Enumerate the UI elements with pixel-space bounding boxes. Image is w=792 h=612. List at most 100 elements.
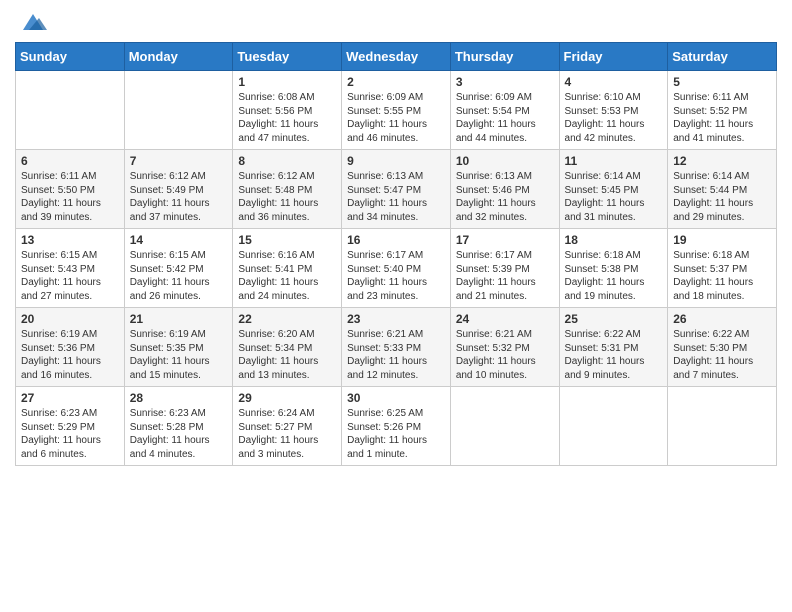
- day-number: 17: [456, 233, 554, 247]
- day-number: 10: [456, 154, 554, 168]
- day-number: 26: [673, 312, 771, 326]
- day-info: Sunrise: 6:12 AM Sunset: 5:49 PM Dayligh…: [130, 170, 228, 224]
- day-info: Sunrise: 6:15 AM Sunset: 5:43 PM Dayligh…: [21, 249, 119, 303]
- day-number: 9: [347, 154, 445, 168]
- calendar-cell: 13 Sunrise: 6:15 AM Sunset: 5:43 PM Dayli…: [16, 229, 125, 308]
- day-info: Sunrise: 6:18 AM Sunset: 5:37 PM Dayligh…: [673, 249, 771, 303]
- day-info: Sunrise: 6:20 AM Sunset: 5:34 PM Dayligh…: [238, 328, 336, 382]
- calendar-cell: 26 Sunrise: 6:22 AM Sunset: 5:30 PM Dayli…: [668, 308, 777, 387]
- day-of-week-header: Wednesday: [342, 43, 451, 71]
- day-of-week-header: Thursday: [450, 43, 559, 71]
- day-info: Sunrise: 6:19 AM Sunset: 5:36 PM Dayligh…: [21, 328, 119, 382]
- day-number: 11: [565, 154, 663, 168]
- calendar-cell: [124, 71, 233, 150]
- calendar-cell: 14Sunrise: 6:15 AM Sunset: 5:42 PM Dayli…: [124, 229, 233, 308]
- day-info: Sunrise: 6:17 AM Sunset: 5:39 PM Dayligh…: [456, 249, 554, 303]
- calendar-cell: 6 Sunrise: 6:11 AM Sunset: 5:50 PM Daylig…: [16, 150, 125, 229]
- day-number: 30: [347, 391, 445, 405]
- day-info: Sunrise: 6:13 AM Sunset: 5:46 PM Dayligh…: [456, 170, 554, 224]
- calendar-cell: 9 Sunrise: 6:13 AM Sunset: 5:47 PM Daylig…: [342, 150, 451, 229]
- calendar-cell: 5 Sunrise: 6:11 AM Sunset: 5:52 PM Daylig…: [668, 71, 777, 150]
- day-number: 28: [130, 391, 228, 405]
- calendar-cell: 12 Sunrise: 6:14 AM Sunset: 5:44 PM Dayli…: [668, 150, 777, 229]
- day-of-week-header: Friday: [559, 43, 668, 71]
- day-number: 8: [238, 154, 336, 168]
- calendar-cell: [668, 387, 777, 466]
- day-number: 3: [456, 75, 554, 89]
- day-info: Sunrise: 6:10 AM Sunset: 5:53 PM Dayligh…: [565, 91, 663, 145]
- day-info: Sunrise: 6:12 AM Sunset: 5:48 PM Dayligh…: [238, 170, 336, 224]
- calendar-cell: 23 Sunrise: 6:21 AM Sunset: 5:33 PM Dayli…: [342, 308, 451, 387]
- day-info: Sunrise: 6:24 AM Sunset: 5:27 PM Dayligh…: [238, 407, 336, 461]
- day-info: Sunrise: 6:21 AM Sunset: 5:33 PM Dayligh…: [347, 328, 445, 382]
- day-info: Sunrise: 6:22 AM Sunset: 5:30 PM Dayligh…: [673, 328, 771, 382]
- day-number: 7: [130, 154, 228, 168]
- logo-icon: [19, 10, 47, 34]
- day-number: 4: [565, 75, 663, 89]
- calendar-cell: 1Sunrise: 6:08 AM Sunset: 5:56 PM Daylig…: [233, 71, 342, 150]
- calendar-cell: 21Sunrise: 6:19 AM Sunset: 5:35 PM Dayli…: [124, 308, 233, 387]
- day-of-week-header: Tuesday: [233, 43, 342, 71]
- calendar-cell: [16, 71, 125, 150]
- calendar-cell: 20 Sunrise: 6:19 AM Sunset: 5:36 PM Dayli…: [16, 308, 125, 387]
- day-info: Sunrise: 6:14 AM Sunset: 5:44 PM Dayligh…: [673, 170, 771, 224]
- day-number: 25: [565, 312, 663, 326]
- day-number: 23: [347, 312, 445, 326]
- day-info: Sunrise: 6:21 AM Sunset: 5:32 PM Dayligh…: [456, 328, 554, 382]
- day-info: Sunrise: 6:09 AM Sunset: 5:55 PM Dayligh…: [347, 91, 445, 145]
- day-info: Sunrise: 6:17 AM Sunset: 5:40 PM Dayligh…: [347, 249, 445, 303]
- day-info: Sunrise: 6:22 AM Sunset: 5:31 PM Dayligh…: [565, 328, 663, 382]
- logo: [15, 10, 47, 34]
- calendar-cell: 17 Sunrise: 6:17 AM Sunset: 5:39 PM Dayli…: [450, 229, 559, 308]
- calendar-cell: [559, 387, 668, 466]
- day-info: Sunrise: 6:11 AM Sunset: 5:50 PM Dayligh…: [21, 170, 119, 224]
- calendar-cell: 18 Sunrise: 6:18 AM Sunset: 5:38 PM Dayli…: [559, 229, 668, 308]
- calendar-cell: 27Sunrise: 6:23 AM Sunset: 5:29 PM Dayli…: [16, 387, 125, 466]
- calendar-week-row: 1Sunrise: 6:08 AM Sunset: 5:56 PM Daylig…: [16, 71, 777, 150]
- calendar-cell: 25 Sunrise: 6:22 AM Sunset: 5:31 PM Dayli…: [559, 308, 668, 387]
- calendar-week-row: 27Sunrise: 6:23 AM Sunset: 5:29 PM Dayli…: [16, 387, 777, 466]
- day-info: Sunrise: 6:25 AM Sunset: 5:26 PM Dayligh…: [347, 407, 445, 461]
- day-number: 1: [238, 75, 336, 89]
- calendar-cell: 8 Sunrise: 6:12 AM Sunset: 5:48 PM Daylig…: [233, 150, 342, 229]
- day-of-week-header: Saturday: [668, 43, 777, 71]
- day-info: Sunrise: 6:13 AM Sunset: 5:47 PM Dayligh…: [347, 170, 445, 224]
- calendar-cell: 28Sunrise: 6:23 AM Sunset: 5:28 PM Dayli…: [124, 387, 233, 466]
- day-info: Sunrise: 6:09 AM Sunset: 5:54 PM Dayligh…: [456, 91, 554, 145]
- day-number: 15: [238, 233, 336, 247]
- calendar-week-row: 20 Sunrise: 6:19 AM Sunset: 5:36 PM Dayli…: [16, 308, 777, 387]
- day-info: Sunrise: 6:15 AM Sunset: 5:42 PM Dayligh…: [130, 249, 228, 303]
- day-number: 19: [673, 233, 771, 247]
- day-number: 13: [21, 233, 119, 247]
- calendar-week-row: 6 Sunrise: 6:11 AM Sunset: 5:50 PM Daylig…: [16, 150, 777, 229]
- calendar-cell: 4 Sunrise: 6:10 AM Sunset: 5:53 PM Daylig…: [559, 71, 668, 150]
- calendar-cell: 24 Sunrise: 6:21 AM Sunset: 5:32 PM Dayli…: [450, 308, 559, 387]
- day-number: 2: [347, 75, 445, 89]
- calendar-cell: 10 Sunrise: 6:13 AM Sunset: 5:46 PM Dayli…: [450, 150, 559, 229]
- page-header: [15, 10, 777, 34]
- day-number: 16: [347, 233, 445, 247]
- day-number: 6: [21, 154, 119, 168]
- day-number: 12: [673, 154, 771, 168]
- day-number: 18: [565, 233, 663, 247]
- day-info: Sunrise: 6:16 AM Sunset: 5:41 PM Dayligh…: [238, 249, 336, 303]
- calendar-cell: [450, 387, 559, 466]
- day-info: Sunrise: 6:14 AM Sunset: 5:45 PM Dayligh…: [565, 170, 663, 224]
- day-info: Sunrise: 6:11 AM Sunset: 5:52 PM Dayligh…: [673, 91, 771, 145]
- calendar-cell: 11 Sunrise: 6:14 AM Sunset: 5:45 PM Dayli…: [559, 150, 668, 229]
- calendar-header-row: SundayMondayTuesdayWednesdayThursdayFrid…: [16, 43, 777, 71]
- day-number: 29: [238, 391, 336, 405]
- day-number: 5: [673, 75, 771, 89]
- day-number: 20: [21, 312, 119, 326]
- day-info: Sunrise: 6:18 AM Sunset: 5:38 PM Dayligh…: [565, 249, 663, 303]
- calendar-week-row: 13 Sunrise: 6:15 AM Sunset: 5:43 PM Dayli…: [16, 229, 777, 308]
- calendar-cell: 7 Sunrise: 6:12 AM Sunset: 5:49 PM Daylig…: [124, 150, 233, 229]
- calendar-cell: 29 Sunrise: 6:24 AM Sunset: 5:27 PM Dayli…: [233, 387, 342, 466]
- calendar-cell: 3 Sunrise: 6:09 AM Sunset: 5:54 PM Daylig…: [450, 71, 559, 150]
- calendar-cell: 16 Sunrise: 6:17 AM Sunset: 5:40 PM Dayli…: [342, 229, 451, 308]
- calendar-cell: 2 Sunrise: 6:09 AM Sunset: 5:55 PM Daylig…: [342, 71, 451, 150]
- calendar-table: SundayMondayTuesdayWednesdayThursdayFrid…: [15, 42, 777, 466]
- day-number: 24: [456, 312, 554, 326]
- day-number: 27: [21, 391, 119, 405]
- day-number: 22: [238, 312, 336, 326]
